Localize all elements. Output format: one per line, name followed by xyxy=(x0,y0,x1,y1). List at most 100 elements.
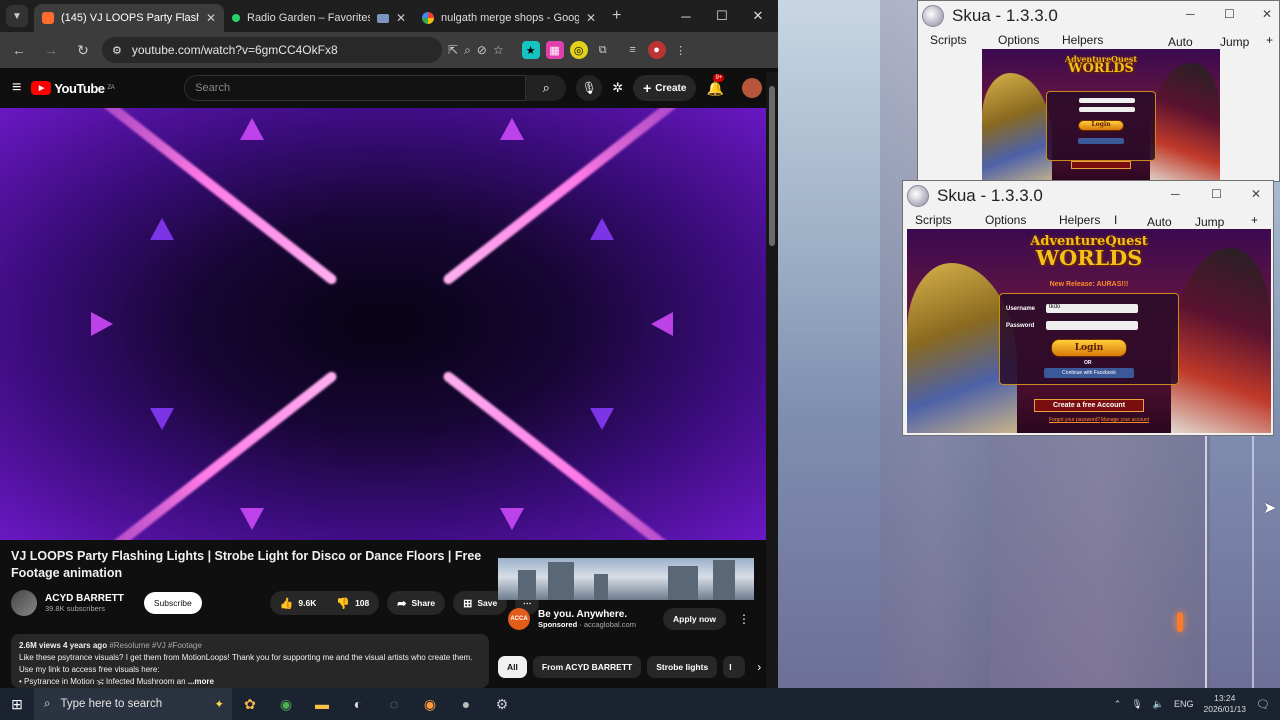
menu-jump[interactable]: Jump xyxy=(1195,215,1224,229)
skua-taskbar-icon[interactable]: ● xyxy=(448,688,484,720)
minimize-button[interactable]: ─ xyxy=(1186,7,1195,21)
close-tab-icon[interactable]: ✕ xyxy=(586,11,596,25)
login-button[interactable]: Login xyxy=(1051,339,1127,357)
settings-gear-icon[interactable]: ⚙ xyxy=(484,688,520,720)
minimize-button[interactable]: ─ xyxy=(1171,187,1180,201)
tab-search-button[interactable]: ▼ xyxy=(6,5,28,27)
notifications-bell-icon[interactable]: 🔔 9+ xyxy=(706,73,725,97)
menu-helpers[interactable]: Helpers xyxy=(1062,33,1103,47)
maximize-button[interactable]: ☐ xyxy=(1224,7,1235,21)
bookmark-star-icon[interactable]: ☆ xyxy=(493,43,504,57)
extension-icon[interactable]: ▦ xyxy=(545,41,564,59)
file-explorer-icon[interactable]: ▬ xyxy=(304,688,340,720)
menu-scripts[interactable]: Scripts xyxy=(915,213,952,227)
tab-youtube[interactable]: (145) VJ LOOPS Party Flashing Li ✕ xyxy=(34,4,224,32)
forward-icon[interactable]: → xyxy=(38,42,64,58)
skua-titlebar[interactable]: Skua - 1.3.3.0 ─ ☐ ✕ xyxy=(903,181,1273,211)
facebook-button[interactable] xyxy=(1078,138,1124,144)
scrollbar-thumb[interactable] xyxy=(769,86,775,246)
ad-banner-image[interactable] xyxy=(498,558,754,600)
menu-overflow[interactable]: I xyxy=(1114,213,1117,227)
address-bar[interactable]: ⚙ youtube.com/watch?v=6gmCC4OkFx8 xyxy=(102,37,442,63)
back-icon[interactable]: ← xyxy=(6,42,32,58)
new-tab-button[interactable]: + xyxy=(612,7,621,25)
skua-titlebar[interactable]: Skua - 1.3.3.0 ─ ☐ ✕ xyxy=(918,1,1279,31)
close-window-button[interactable]: ✕ xyxy=(1251,187,1261,201)
username-field[interactable]: tkdo xyxy=(1046,304,1138,313)
hashtags[interactable]: #Resolume #VJ #Footage xyxy=(109,641,202,650)
hide-icon[interactable]: ⊘ xyxy=(477,43,487,57)
menu-kebab-icon[interactable]: ⋮ xyxy=(672,41,690,59)
extension-icon[interactable]: ★ xyxy=(521,41,540,59)
video-player[interactable] xyxy=(0,108,766,540)
skua-window-front[interactable]: Skua - 1.3.3.0 ─ ☐ ✕ Scripts Options Hel… xyxy=(902,180,1274,436)
profile-avatar[interactable]: ● xyxy=(647,41,666,59)
chip-next[interactable]: I xyxy=(723,656,746,678)
add-icon[interactable]: + xyxy=(1251,213,1258,227)
manage-account-link[interactable]: Manage your account xyxy=(1101,417,1149,423)
media-control-icon[interactable]: ≡ xyxy=(624,41,642,59)
subscribe-button[interactable]: Subscribe xyxy=(143,592,202,614)
zoom-icon[interactable]: ⌕ xyxy=(464,43,471,58)
game-view[interactable]: AdventureQuest WORLDS Login xyxy=(982,49,1220,181)
search-icon[interactable]: ⌕ xyxy=(526,75,567,101)
app-icon[interactable]: ◌ xyxy=(376,688,412,720)
volume-icon[interactable]: 🔈 xyxy=(1153,699,1164,710)
menu-options[interactable]: Options xyxy=(998,33,1039,47)
minimize-button[interactable]: ─ xyxy=(668,0,704,32)
menu-jump[interactable]: Jump xyxy=(1220,35,1249,49)
maximize-button[interactable]: ☐ xyxy=(704,0,740,32)
chip-from-channel[interactable]: From ACYD BARRETT xyxy=(532,656,642,678)
reload-icon[interactable]: ↻ xyxy=(70,42,96,59)
close-tab-icon[interactable]: ✕ xyxy=(206,11,216,25)
chip-all[interactable]: All xyxy=(498,656,527,678)
youtube-logo[interactable]: ▶ YouTube ZA xyxy=(31,81,115,96)
chrome-icon[interactable]: ◉ xyxy=(268,688,304,720)
game-view[interactable]: AdventureQuest WORLDS New Release: AURAS!… xyxy=(907,229,1271,433)
show-hidden-icons-icon[interactable]: ⌃ xyxy=(1114,699,1122,710)
dislike-button[interactable]: 👎 108 xyxy=(326,591,380,615)
close-window-button[interactable]: ✕ xyxy=(1262,7,1272,21)
tab-google[interactable]: nulgath merge shops - Google ✕ xyxy=(414,4,604,32)
show-more-link[interactable]: ...more xyxy=(188,677,214,686)
tab-radio-garden[interactable]: Radio Garden – Favorites ✕ xyxy=(224,4,414,32)
menu-auto[interactable]: Auto xyxy=(1168,35,1193,49)
username-field[interactable] xyxy=(1079,98,1135,103)
create-account-button[interactable]: Create a free Account xyxy=(1034,399,1144,412)
login-button[interactable]: Login xyxy=(1078,120,1124,131)
page-scrollbar[interactable] xyxy=(766,72,778,688)
copilot-icon[interactable]: ✿ xyxy=(232,688,268,720)
app-icon[interactable]: ◐ xyxy=(340,688,376,720)
ad-menu-icon[interactable]: ⋮ xyxy=(734,612,754,626)
create-button[interactable]: + Create xyxy=(633,75,697,101)
hamburger-menu-icon[interactable]: ≡ xyxy=(12,79,21,97)
notifications-icon[interactable]: 🗨 xyxy=(1256,698,1270,711)
microphone-icon[interactable]: 🎙 xyxy=(576,75,603,101)
close-window-button[interactable]: ✕ xyxy=(740,0,776,32)
share-button[interactable]: ➦ Share xyxy=(387,591,446,615)
maximize-button[interactable]: ☐ xyxy=(1211,187,1222,201)
search-input[interactable]: Search xyxy=(184,75,527,101)
chrome-icon[interactable]: ◉ xyxy=(412,688,448,720)
ad-logo[interactable]: ACCA xyxy=(508,608,530,630)
add-icon[interactable]: + xyxy=(1266,33,1273,47)
description-box[interactable]: 2.6M views 4 years ago #Resolume #VJ #Fo… xyxy=(11,634,489,688)
like-button[interactable]: 👍 9.6K xyxy=(269,591,327,615)
create-account-button[interactable] xyxy=(1071,161,1131,169)
language-indicator[interactable]: ENG xyxy=(1174,699,1194,709)
menu-helpers[interactable]: Helpers xyxy=(1059,213,1100,227)
menu-auto[interactable]: Auto xyxy=(1147,215,1172,229)
account-avatar[interactable] xyxy=(741,78,762,98)
facebook-button[interactable]: Continue with Facebook xyxy=(1044,368,1134,378)
skua-window-back[interactable]: Skua - 1.3.3.0 ─ ☐ ✕ Scripts Options Hel… xyxy=(917,0,1280,182)
chevron-right-icon[interactable]: › xyxy=(751,660,767,674)
channel-name[interactable]: ACYD BARRETT xyxy=(45,593,124,604)
sponsored-ad[interactable]: ACCA Be you. Anywhere. Sponsored · accag… xyxy=(498,558,754,644)
microphone-icon[interactable]: 🎙 xyxy=(1131,699,1142,710)
site-info-icon[interactable]: ⚙ xyxy=(112,44,122,57)
chip-strobe-lights[interactable]: Strobe lights xyxy=(647,656,718,678)
password-field[interactable] xyxy=(1046,321,1138,330)
apply-now-button[interactable]: Apply now xyxy=(663,608,726,630)
close-tab-icon[interactable]: ✕ xyxy=(396,11,406,25)
extension-icon[interactable]: ◎ xyxy=(569,41,588,59)
